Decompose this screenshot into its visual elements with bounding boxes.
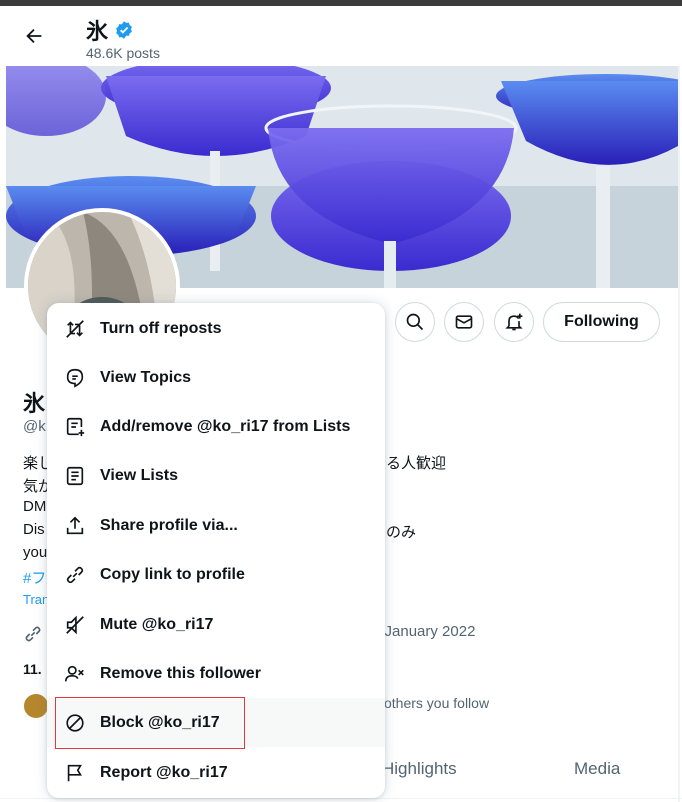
menu-item-label: Remove this follower bbox=[100, 664, 261, 682]
profile-handle: @k bbox=[23, 418, 46, 435]
bio-line: you bbox=[23, 544, 48, 561]
menu-item-label: Block @ko_ri17 bbox=[100, 713, 220, 731]
profile-name: 氷 bbox=[23, 391, 46, 416]
mute-icon bbox=[64, 614, 86, 636]
menu-item-label: Add/remove @ko_ri17 from Lists bbox=[100, 417, 351, 435]
topics-icon bbox=[64, 367, 86, 389]
verified-badge-icon bbox=[116, 21, 132, 39]
post-count: 48.6K posts bbox=[86, 45, 160, 61]
repost-off-icon bbox=[64, 318, 86, 340]
bio-hashtag-link[interactable]: #フ bbox=[23, 567, 46, 588]
back-button[interactable] bbox=[20, 22, 48, 50]
link-icon bbox=[23, 624, 43, 649]
following-count[interactable]: 11. bbox=[23, 661, 42, 677]
menu-item-label: Turn off reposts bbox=[100, 319, 222, 337]
flag-icon bbox=[64, 762, 86, 784]
bio-line-right: る人歓迎 bbox=[386, 455, 447, 472]
envelope-icon bbox=[455, 315, 473, 329]
notifications-button[interactable] bbox=[494, 302, 534, 342]
bio-line: DM bbox=[23, 498, 47, 515]
menu-item-label: Report @ko_ri17 bbox=[100, 763, 228, 781]
header-name: 氷 bbox=[86, 19, 109, 44]
column-border bbox=[678, 6, 680, 802]
menu-item-remove-follower[interactable]: Remove this follower bbox=[47, 649, 385, 698]
list-add-icon bbox=[64, 416, 86, 438]
profile-header: 氷 48.6K posts bbox=[0, 6, 682, 66]
menu-item-view-topics[interactable]: View Topics bbox=[47, 353, 385, 402]
bell-plus-icon bbox=[505, 313, 523, 331]
lists-icon bbox=[64, 465, 86, 487]
menu-item-label: View Lists bbox=[100, 466, 178, 484]
arrow-left-icon bbox=[26, 28, 42, 44]
menu-item-share-profile[interactable]: Share profile via... bbox=[47, 501, 385, 550]
tab-media[interactable]: Media bbox=[574, 759, 620, 779]
menu-item-block[interactable]: Block @ko_ri17 bbox=[47, 698, 385, 747]
bio-line: Dis bbox=[23, 521, 45, 538]
menu-item-add-remove-lists[interactable]: Add/remove @ko_ri17 from Lists bbox=[47, 402, 385, 451]
bio-line-right: のみ bbox=[386, 524, 417, 541]
menu-item-turn-off-reposts[interactable]: Turn off reposts bbox=[47, 304, 385, 353]
follower-avatar[interactable] bbox=[23, 693, 49, 719]
profile-more-menu: Turn off reposts View Topics Add/remove … bbox=[47, 303, 385, 798]
search-icon bbox=[406, 313, 424, 331]
menu-item-label: View Topics bbox=[100, 368, 191, 386]
menu-item-view-lists[interactable]: View Lists bbox=[47, 451, 385, 500]
joined-date: d January 2022 bbox=[372, 623, 476, 640]
menu-item-label: Share profile via... bbox=[100, 516, 238, 534]
menu-item-label: Mute @ko_ri17 bbox=[100, 615, 214, 633]
followed-by-text[interactable]: others you follow bbox=[384, 695, 489, 711]
tab-highlights[interactable]: Highlights bbox=[382, 759, 457, 779]
message-button[interactable] bbox=[444, 302, 484, 342]
header-title: 氷 bbox=[86, 14, 134, 46]
menu-item-report[interactable]: Report @ko_ri17 bbox=[47, 748, 385, 797]
share-icon bbox=[64, 515, 86, 537]
link-icon bbox=[64, 564, 86, 586]
following-button[interactable]: Following bbox=[543, 302, 660, 342]
translate-bio-link[interactable]: Tran bbox=[23, 592, 49, 607]
block-icon bbox=[64, 712, 86, 734]
menu-item-mute[interactable]: Mute @ko_ri17 bbox=[47, 600, 385, 649]
menu-item-label: Copy link to profile bbox=[100, 565, 245, 583]
menu-item-copy-link[interactable]: Copy link to profile bbox=[47, 550, 385, 599]
search-button[interactable] bbox=[395, 302, 435, 342]
tab-divider bbox=[0, 798, 682, 799]
remove-follower-icon bbox=[64, 663, 86, 685]
